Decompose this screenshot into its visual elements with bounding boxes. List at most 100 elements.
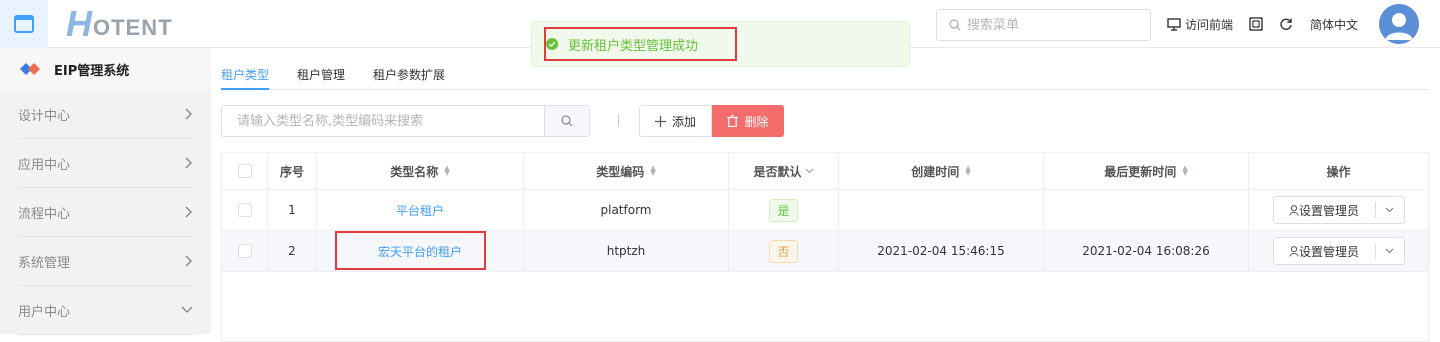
action-cell: 设置管理员 — [1249, 190, 1428, 230]
refresh-icon — [1280, 18, 1292, 30]
system-logo-icon — [20, 63, 40, 75]
user-avatar-icon — [1379, 4, 1419, 44]
language-switch[interactable]: 简体中文 — [1310, 16, 1358, 33]
row-select-cell — [222, 190, 268, 230]
search-button[interactable] — [544, 106, 589, 136]
sort-icon: ▲ ▼ — [650, 164, 656, 177]
type-name-link[interactable]: 平台租户 — [396, 202, 444, 219]
add-button[interactable]: 添加 — [639, 105, 712, 137]
header-cell-sortable[interactable]: 类型名称 ▲ ▼ — [317, 153, 524, 189]
type-search-input[interactable] — [222, 106, 544, 136]
header-select-all-cell — [222, 153, 268, 189]
sidebar: EIP管理系统 设计中心 应用中心 流程中心 系统管理 用户中心 — [0, 48, 211, 335]
monitor-icon — [1167, 18, 1181, 31]
header-cell: 操作 — [1326, 164, 1351, 179]
chevron-down-icon — [805, 168, 813, 174]
row-select-cell — [222, 231, 268, 271]
tab-tenant-management[interactable]: 租户管理 — [297, 60, 345, 90]
chevron-right-icon — [185, 206, 192, 218]
logo-h: H — [66, 3, 92, 44]
chevron-down-icon — [1385, 248, 1394, 254]
set-admin-dropdown[interactable] — [1376, 207, 1404, 213]
header-label: 类型编码 — [596, 164, 645, 179]
table-header: 序号 类型名称 ▲ ▼ 类型编码 ▲ ▼ 是否默认 创建时间 ▲ ▼ 最后更新时间 ▲… — [222, 153, 1428, 190]
chevron-right-icon — [185, 157, 192, 169]
index-cell: 2 — [268, 231, 317, 271]
refresh-button[interactable] — [1279, 17, 1293, 31]
row-highlight-box — [335, 231, 486, 270]
set-admin-label: 设置管理员 — [1298, 203, 1359, 218]
action-cell: 设置管理员 — [1249, 231, 1428, 271]
header-label: 是否默认 — [753, 164, 802, 179]
system-title[interactable]: EIP管理系统 — [0, 48, 211, 90]
sort-icon: ▲ ▼ — [1182, 164, 1188, 177]
header-cell-sortable[interactable]: 类型编码 ▲ ▼ — [524, 153, 729, 189]
set-admin-dropdown[interactable] — [1376, 248, 1404, 254]
sidebar-item-user-center[interactable]: 用户中心 — [18, 286, 193, 335]
sidebar-item-label: 应用中心 — [18, 157, 71, 173]
sort-icon: ▲ ▼ — [444, 164, 450, 177]
window-icon — [14, 15, 34, 33]
sidebar-item-design-center[interactable]: 设计中心 — [18, 90, 193, 139]
sidebar-item-system-management[interactable]: 系统管理 — [18, 237, 193, 286]
sidebar-item-label: 设计中心 — [18, 108, 71, 124]
created-cell — [839, 190, 1044, 230]
menu-toggle-button[interactable] — [0, 0, 48, 48]
menu-search[interactable] — [936, 9, 1151, 41]
table-row: 1 平台租户 platform 是 设置管理员 — [222, 190, 1428, 231]
row-checkbox[interactable] — [237, 203, 252, 217]
fullscreen-icon — [1249, 17, 1263, 31]
updated-cell — [1044, 190, 1249, 230]
chevron-right-icon — [185, 255, 192, 267]
toolbar-divider — [618, 114, 619, 127]
trash-icon — [727, 115, 739, 127]
header-cell-sortable[interactable]: 最后更新时间 ▲ ▼ — [1044, 153, 1249, 189]
menu-search-input[interactable] — [967, 17, 1137, 33]
sidebar-item-app-center[interactable]: 应用中心 — [18, 139, 193, 188]
set-admin-label-wrap: 设置管理员 — [1274, 243, 1376, 259]
set-admin-button[interactable]: 设置管理员 — [1272, 237, 1405, 265]
updated-cell: 2021-02-04 16:08:26 — [1044, 231, 1249, 271]
header-cell-sortable[interactable]: 创建时间 ▲ ▼ — [839, 153, 1044, 189]
sidebar-item-label: 用户中心 — [18, 304, 71, 320]
sidebar-item-label: 流程中心 — [18, 206, 71, 222]
delete-button-label: 删除 — [744, 114, 769, 129]
chevron-right-icon — [185, 108, 192, 120]
visit-frontend-link[interactable]: 访问前端 — [1167, 16, 1233, 33]
language-label: 简体中文 — [1310, 18, 1359, 32]
avatar[interactable] — [1379, 4, 1419, 44]
logo: H OTENT — [66, 6, 173, 42]
set-admin-button[interactable]: 设置管理员 — [1272, 196, 1405, 224]
add-button-label: 添加 — [671, 114, 696, 129]
tab-tenant-type[interactable]: 租户类型 — [221, 60, 270, 90]
header-cell: 序号 — [268, 153, 317, 189]
header-cell-filter[interactable]: 是否默认 — [729, 153, 839, 189]
chevron-down-icon — [181, 306, 193, 313]
default-cell: 否 — [729, 231, 839, 271]
fullscreen-button[interactable] — [1249, 17, 1263, 31]
delete-button[interactable]: 删除 — [712, 105, 784, 137]
header-label: 类型名称 — [390, 164, 439, 179]
sidebar-item-label: 系统管理 — [18, 255, 71, 271]
code-cell: htptzh — [524, 231, 729, 271]
plus-icon — [654, 115, 666, 127]
search-icon — [949, 19, 961, 31]
chevron-down-icon — [1385, 207, 1394, 213]
set-admin-label-wrap: 设置管理员 — [1274, 202, 1376, 218]
user-icon — [1289, 204, 1299, 216]
default-no-tag: 否 — [769, 239, 798, 263]
created-cell: 2021-02-04 15:46:15 — [839, 231, 1044, 271]
select-all-checkbox[interactable] — [237, 164, 252, 178]
type-search — [221, 105, 590, 137]
system-name: EIP管理系统 — [54, 63, 130, 79]
sidebar-item-flow-center[interactable]: 流程中心 — [18, 188, 193, 237]
visit-frontend-label: 访问前端 — [1185, 18, 1234, 32]
tab-tenant-param-extension[interactable]: 租户参数扩展 — [373, 60, 445, 90]
sort-icon: ▲ ▼ — [965, 164, 971, 177]
default-cell: 是 — [729, 190, 839, 230]
main-content: 租户类型 租户管理 租户参数扩展 添加 删除 序号 — [211, 48, 1440, 342]
user-icon — [1289, 245, 1299, 257]
name-cell: 平台租户 — [317, 190, 524, 230]
row-checkbox[interactable] — [237, 244, 252, 258]
search-icon — [561, 115, 573, 127]
